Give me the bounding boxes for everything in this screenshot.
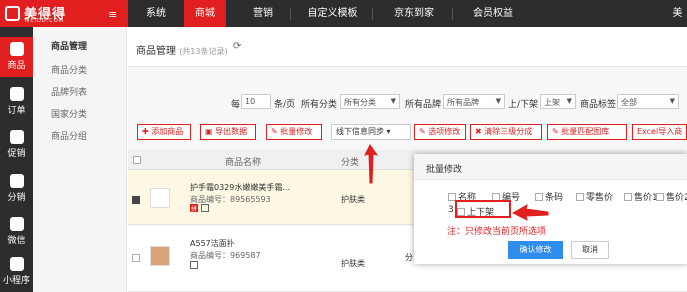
annotation-arrows [364,144,549,221]
up-arrow-icon [364,144,379,184]
left-arrow-icon [511,203,549,221]
